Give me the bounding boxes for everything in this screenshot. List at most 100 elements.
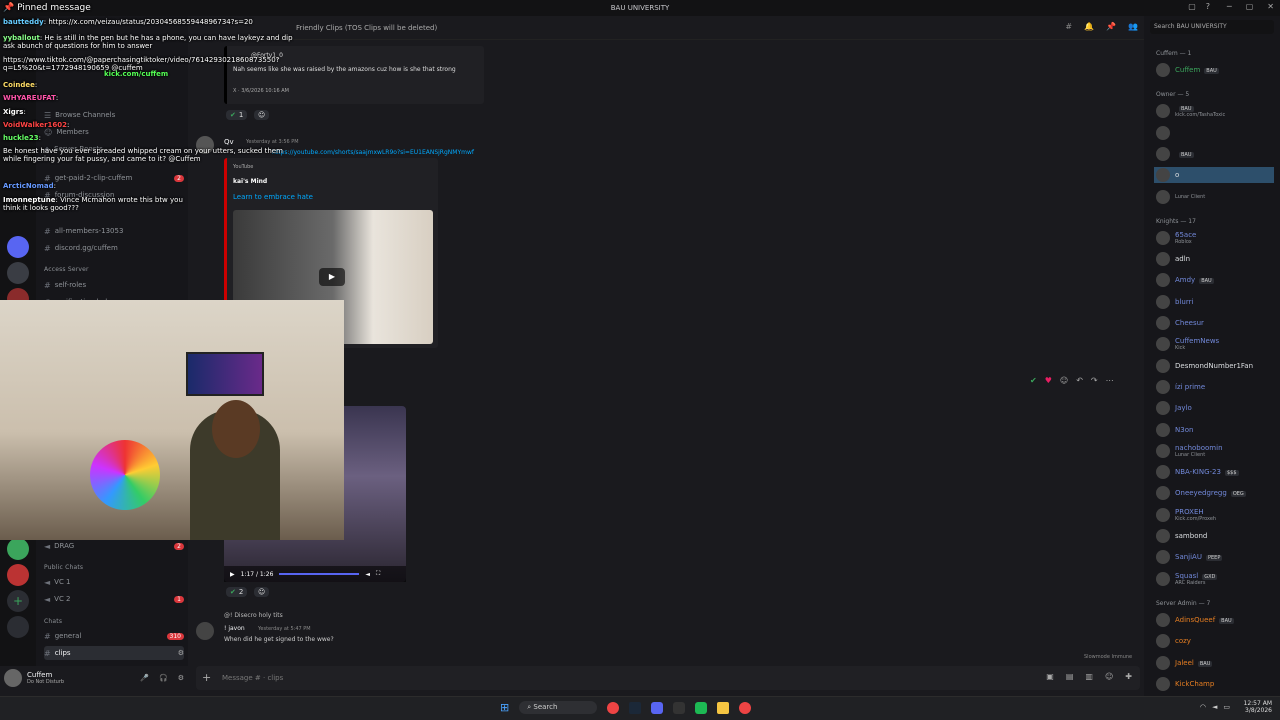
avatar[interactable] [4,669,22,687]
member-item[interactable]: SanjiAU PEEP [1156,549,1223,565]
channel-item[interactable]: # self-roles [44,278,184,292]
member-item[interactable]: Jaylo [1156,400,1192,416]
member-item[interactable]: BAU kick.com/TashaToxic [1156,103,1225,119]
search-input[interactable]: Search BAU UNIVERSITY [1150,20,1274,34]
member-item[interactable]: N3on [1156,422,1193,438]
video-progress[interactable] [279,573,360,575]
member-item[interactable]: adln [1156,251,1190,267]
server-icon[interactable] [7,236,29,258]
channel-item[interactable]: # get-paid-2-clip-cuffem 2 [44,171,184,185]
spotify-icon[interactable] [695,701,708,714]
chrome-icon[interactable] [607,701,620,714]
member-item[interactable]: BAU [1156,146,1194,162]
member-item[interactable]: 65ace Roblox [1156,230,1196,246]
gift-icon[interactable]: ▣ [1046,672,1054,681]
inbox-icon[interactable]: ▢ [1188,2,1196,11]
category-public[interactable]: Public Chats [44,564,83,571]
play-icon[interactable]: ▶ [319,268,345,286]
gear-icon[interactable]: ⚙ [178,674,184,682]
member-item[interactable]: Amdy BAU [1156,272,1214,288]
chrome-icon[interactable] [739,701,752,714]
settings-icon[interactable]: ⚙ [178,649,184,657]
reply-reference[interactable]: @! Disecro holy tits [224,612,283,619]
reaction-check[interactable]: ✔ 1 [226,110,248,120]
taskbar-search[interactable]: ⌕ Search [519,701,598,714]
server-icon[interactable] [7,262,29,284]
pin-icon[interactable]: 📌 [1106,22,1116,31]
voice-channel[interactable]: ◄ DRAG 2 [44,539,184,553]
steam-icon[interactable] [629,701,642,714]
app-icon[interactable] [673,701,686,714]
apps-icon[interactable]: ✚ [1125,672,1132,681]
add-reaction-button[interactable]: ☺ [254,110,270,120]
maximize-button[interactable]: ▢ [1246,2,1254,11]
close-button[interactable]: ✕ [1267,2,1274,11]
voice-channel[interactable]: ◄ VC 1 [44,575,184,589]
channel-item[interactable]: # all-members-13053 [44,224,184,238]
member-item[interactable]: nachoboomin Lunar Client [1156,443,1223,459]
category-chats[interactable]: Chats [44,618,62,625]
add-reaction-icon[interactable]: ☺ [1060,376,1068,385]
more-icon[interactable]: ⋯ [1106,376,1114,385]
heart-icon[interactable]: ♥ [1045,376,1052,385]
member-item[interactable]: CuffemNews Kick [1156,336,1219,352]
member-item[interactable]: o [1154,167,1274,184]
member-item[interactable]: NBA-KING-23 $$$ [1156,464,1239,480]
reply-icon[interactable]: ↶ [1076,376,1083,385]
wifi-icon[interactable]: ◠ [1200,703,1206,711]
voice-channel[interactable]: ◄ VC 2 1 [44,592,184,606]
member-item[interactable]: ízi prime [1156,379,1205,395]
member-item[interactable]: Lunar Client [1156,189,1205,205]
message-author[interactable]: ! javon [224,625,245,632]
youtube-link[interactable]: https://youtube.com/shorts/saajmxwLR9o?s… [272,149,474,156]
help-icon[interactable]: ? [1206,2,1210,11]
member-item[interactable]: cozy [1156,633,1191,649]
volume-icon[interactable]: ◄ [1212,703,1217,711]
add-attachment-icon[interactable]: + [202,671,211,684]
member-item[interactable] [1156,125,1175,141]
folder-icon[interactable] [717,701,730,714]
user-name[interactable]: Cuffem [27,671,64,679]
embed-title[interactable]: Learn to embrace hate [233,193,313,201]
channel-item-clips[interactable]: # clips ⚙ [44,646,184,660]
sticker-icon[interactable]: ▥ [1085,672,1093,681]
member-item[interactable]: DesmondNumber1Fan [1156,358,1253,374]
check-reaction-icon[interactable]: ✔ [1030,376,1037,385]
discord-icon[interactable] [651,701,664,714]
threads-icon[interactable]: # [1065,22,1072,31]
member-item[interactable]: Jaleel BAU [1156,655,1213,671]
avatar[interactable] [196,622,214,640]
embed-author[interactable]: kai's Mind [233,178,267,185]
channel-item[interactable]: # general 310 [44,629,184,643]
add-server-icon[interactable]: + [7,590,29,612]
message-composer[interactable]: + Message # · clips ▣ ▤ ▥ ☺ ✚ [196,666,1140,690]
reaction-check[interactable]: ✔ 2 [226,587,248,597]
mic-icon[interactable]: 🎤 [140,674,149,682]
gif-icon[interactable]: ▤ [1066,672,1074,681]
browse-channels[interactable]: ☰ Browse Channels [44,108,184,122]
member-item[interactable]: sambond [1156,528,1207,544]
member-item[interactable]: Cheesur [1156,315,1204,331]
add-reaction-button[interactable]: ☺ [254,587,270,597]
minimize-button[interactable]: ─ [1227,2,1232,11]
member-item[interactable]: PROXEH Kick.com/Proxeh [1156,507,1216,523]
forward-icon[interactable]: ↷ [1091,376,1098,385]
member-item[interactable]: Oneeyedgregg OEG [1156,485,1246,501]
play-icon[interactable]: ▶ [230,571,235,578]
member-item[interactable]: Cuffem BAU [1156,62,1219,78]
channel-item[interactable]: # discord.gg/cuffem [44,241,184,255]
fullscreen-icon[interactable]: ⛶ [376,570,380,578]
member-item[interactable]: KickChamp [1156,676,1214,692]
server-icon[interactable] [7,564,29,586]
clock[interactable]: 12:57 AM 3/8/2026 [1244,700,1272,714]
bell-icon[interactable]: 🔔 [1084,22,1094,31]
headphones-icon[interactable]: 🎧 [159,674,168,682]
member-item[interactable]: Squasl GXD ARC Raiders [1156,571,1218,587]
battery-icon[interactable]: ▭ [1223,703,1230,711]
emoji-icon[interactable]: ☺ [1105,672,1113,681]
message-author[interactable]: Qv [224,138,234,146]
member-list-icon[interactable]: 👥 [1128,22,1138,31]
member-item[interactable]: blurri [1156,294,1193,310]
server-icon[interactable] [7,538,29,560]
volume-icon[interactable]: ◄ [365,571,370,578]
